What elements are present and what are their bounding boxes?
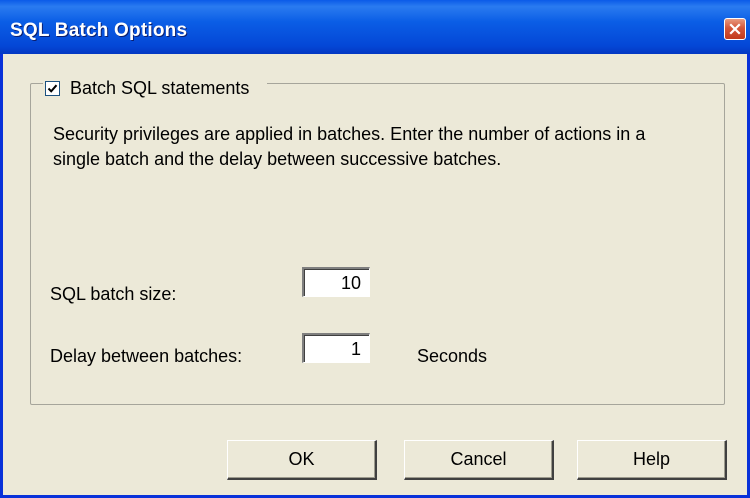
batch-sql-label[interactable]: Batch SQL statements	[70, 78, 249, 99]
close-icon	[729, 23, 741, 35]
delay-unit-label: Seconds	[417, 346, 488, 366]
batch-size-input[interactable]	[302, 267, 370, 297]
delay-label: Delay between batches:	[50, 346, 243, 366]
checkmark-icon	[47, 84, 58, 93]
ok-button[interactable]: OK	[227, 440, 377, 480]
cancel-button[interactable]: Cancel	[404, 440, 554, 480]
batch-size-label: SQL batch size:	[50, 284, 177, 304]
description-text: Security privileges are applied in batch…	[53, 124, 646, 169]
close-button[interactable]	[724, 18, 746, 40]
sql-batch-options-dialog: SQL Batch Options Batch SQL statements S…	[0, 0, 750, 498]
help-button[interactable]: Help	[577, 440, 727, 480]
window-title: SQL Batch Options	[10, 20, 188, 41]
title-bar[interactable]: SQL Batch Options	[0, 0, 750, 54]
batch-sql-checkbox[interactable]	[45, 80, 60, 96]
batch-sql-checkbox-row[interactable]: Batch SQL statements	[43, 74, 268, 102]
delay-input[interactable]	[302, 333, 370, 363]
